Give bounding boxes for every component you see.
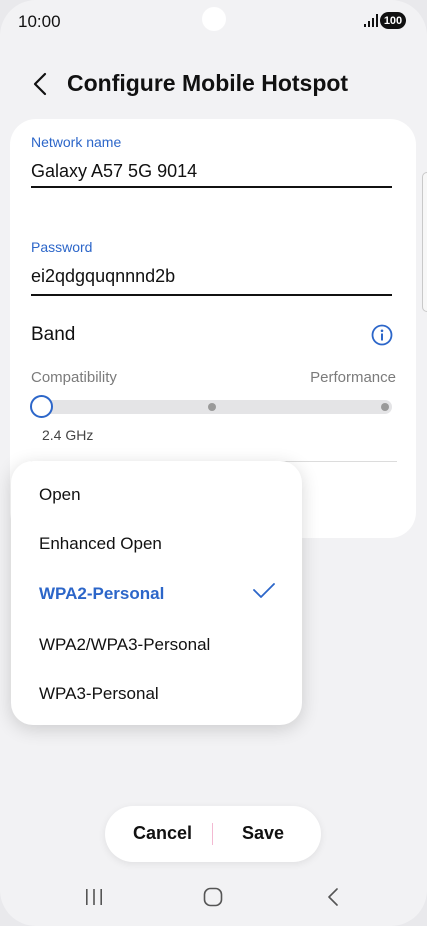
band-scale-max-label: Performance (310, 369, 396, 386)
security-option-open[interactable]: Open (39, 485, 81, 505)
cancel-button[interactable]: Cancel (133, 823, 192, 844)
security-option-enhanced-open[interactable]: Enhanced Open (39, 534, 162, 554)
home-icon[interactable] (203, 887, 223, 907)
chevron-left-icon (33, 72, 47, 96)
band-scale-min-label: Compatibility (31, 369, 117, 386)
info-icon[interactable] (371, 324, 393, 346)
security-option-wpa2-wpa3-personal[interactable]: WPA2/WPA3-Personal (39, 635, 210, 655)
password-label: Password (31, 239, 93, 255)
network-name-label: Network name (31, 134, 122, 150)
band-label: Band (31, 324, 76, 345)
scroll-indicator[interactable] (422, 172, 427, 312)
security-option-wpa3-personal[interactable]: WPA3-Personal (39, 684, 159, 704)
band-slider-step (208, 403, 216, 411)
back-icon[interactable] (323, 887, 343, 907)
action-divider (212, 823, 213, 845)
network-name-underline (31, 186, 392, 188)
camera-cutout (202, 7, 226, 31)
password-underline (31, 294, 392, 296)
band-slider-thumb[interactable] (30, 395, 53, 418)
recent-apps-icon[interactable] (84, 887, 104, 907)
back-button[interactable] (28, 70, 52, 98)
band-selected-value: 2.4 GHz (42, 427, 94, 443)
page-title: Configure Mobile Hotspot (67, 70, 349, 96)
battery-level: 100 (383, 14, 403, 27)
save-button[interactable]: Save (242, 823, 284, 844)
status-time: 10:00 (18, 12, 61, 31)
check-icon (253, 583, 275, 598)
password-input[interactable]: ei2qdgquqnnnd2b (31, 266, 175, 287)
battery-icon: 100 (380, 12, 406, 29)
security-option-wpa2-personal[interactable]: WPA2-Personal (39, 584, 164, 604)
security-dropdown-menu: Open Enhanced Open WPA2-Personal WPA2/WP… (11, 461, 302, 725)
action-bar: Cancel Save (105, 806, 321, 862)
band-slider-step (381, 403, 389, 411)
phone-screen: 10:00 100 Configure Mobile Hotspot Netwo… (0, 0, 427, 926)
network-name-input[interactable]: Galaxy A57 5G 9014 (31, 161, 197, 182)
signal-icon (364, 14, 378, 27)
